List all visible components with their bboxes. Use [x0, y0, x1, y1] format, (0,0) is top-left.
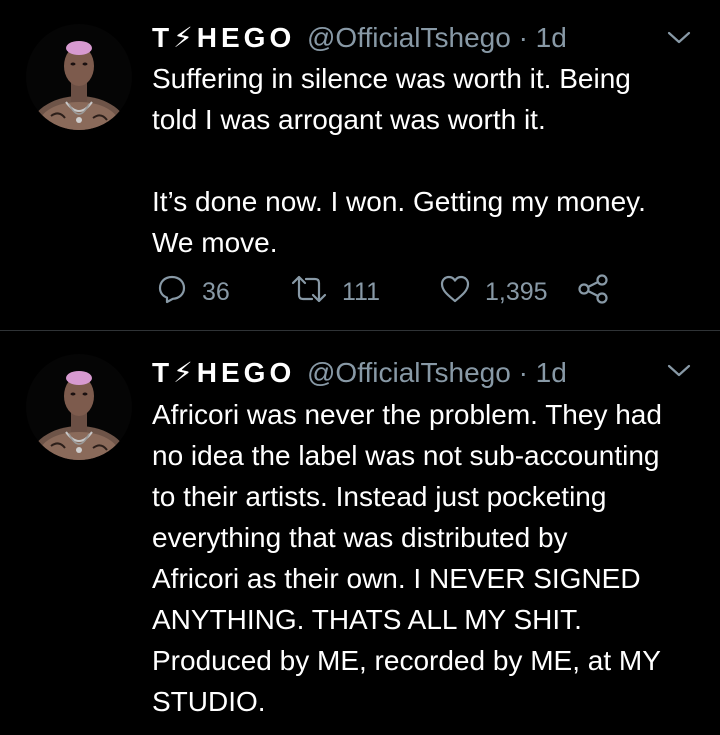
display-name[interactable]: T⚡HEGO [152, 357, 295, 388]
share-button[interactable] [576, 272, 624, 312]
like-count: 1,395 [485, 277, 548, 306]
user-handle[interactable]: @OfficialTshego [307, 22, 511, 53]
retweet-icon [290, 273, 342, 312]
timestamp[interactable]: 1d [536, 22, 567, 53]
chevron-down-icon[interactable] [666, 29, 692, 47]
chevron-down-icon[interactable] [666, 362, 692, 735]
avatar[interactable] [26, 354, 132, 460]
like-icon [439, 274, 485, 311]
user-handle[interactable]: @OfficialTshego [307, 357, 511, 388]
tweet-actions: 36 111 1,395 [156, 272, 656, 312]
like-button[interactable]: 1,395 [439, 272, 548, 312]
tweet-divider [0, 330, 720, 331]
retweet-count: 111 [342, 277, 381, 306]
reply-count: 36 [202, 277, 230, 306]
reply-icon [156, 273, 202, 312]
tweet[interactable]: T⚡HEGO @OfficialTshego · 1d Suffering in… [0, 0, 720, 330]
retweet-button[interactable]: 111 [290, 272, 380, 312]
display-name[interactable]: T⚡HEGO [152, 22, 295, 53]
separator: · [518, 22, 528, 53]
tweet-header: T⚡HEGO @OfficialTshego · 1d [152, 356, 567, 390]
share-icon [576, 273, 624, 312]
separator: · [518, 357, 528, 388]
avatar[interactable] [26, 24, 132, 130]
reply-button[interactable]: 36 [156, 272, 230, 312]
tweet[interactable]: T⚡HEGO @OfficialTshego · 1d Africori was… [0, 332, 720, 717]
tweet-text: Africori was never the problem. They had… [152, 399, 662, 717]
timestamp[interactable]: 1d [536, 357, 567, 388]
tweet-text: Suffering in silence was worth it. Being… [152, 63, 646, 258]
tweet-header: T⚡HEGO @OfficialTshego · 1d [152, 21, 567, 55]
